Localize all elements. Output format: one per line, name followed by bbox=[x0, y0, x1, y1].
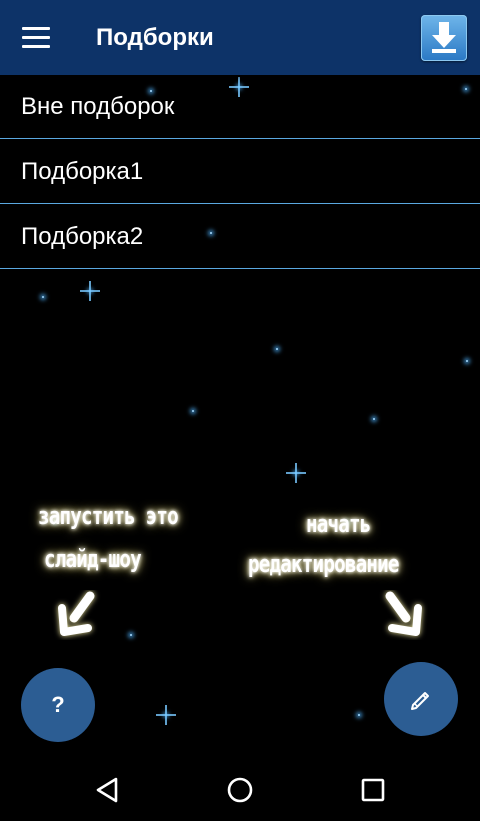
star bbox=[286, 463, 306, 483]
app-bar: Подборки bbox=[0, 0, 480, 75]
download-arrow-icon bbox=[432, 22, 456, 53]
recents-square-icon[interactable] bbox=[358, 775, 388, 805]
hint-start-editing-line1: начать bbox=[306, 510, 371, 538]
star bbox=[42, 296, 44, 298]
star bbox=[80, 281, 100, 301]
download-button[interactable] bbox=[421, 15, 467, 61]
hint-start-slideshow-line2: слайд-шоу bbox=[44, 545, 142, 573]
list-item-collection1[interactable]: Подборка1 bbox=[0, 140, 480, 204]
star bbox=[130, 634, 132, 636]
page-title: Подборки bbox=[96, 24, 214, 51]
hint-start-editing-line2: редактирование bbox=[248, 550, 399, 578]
arrow-down-right-icon bbox=[385, 591, 422, 636]
arrow-down-left-icon bbox=[58, 591, 95, 636]
list-item-collection2[interactable]: Подборка2 bbox=[0, 205, 480, 269]
star bbox=[156, 705, 176, 725]
pencil-icon bbox=[411, 692, 429, 710]
system-nav-bar bbox=[0, 757, 480, 821]
star bbox=[373, 418, 375, 420]
star bbox=[358, 714, 360, 716]
home-circle-icon[interactable] bbox=[225, 775, 255, 805]
star bbox=[276, 348, 278, 350]
menu-icon[interactable] bbox=[22, 27, 50, 49]
back-triangle-icon[interactable] bbox=[92, 775, 122, 805]
star bbox=[192, 410, 194, 412]
hint-start-slideshow-line1: запустить это bbox=[38, 502, 179, 530]
help-button[interactable]: ? bbox=[21, 668, 95, 742]
edit-button[interactable] bbox=[384, 662, 458, 736]
list-item-outside-collections[interactable]: Вне подборок bbox=[0, 75, 480, 139]
star bbox=[466, 360, 468, 362]
